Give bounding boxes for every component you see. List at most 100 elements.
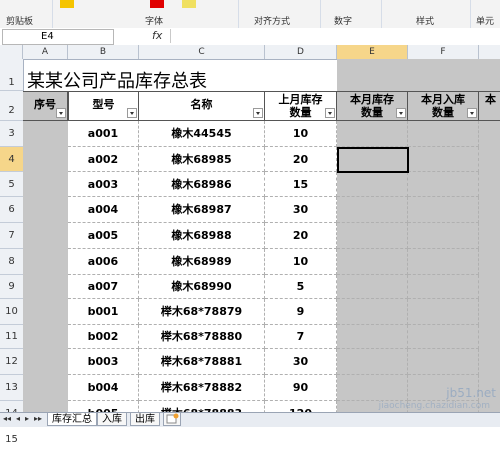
sheet-title[interactable]: 某某公司产品库存总表 <box>27 67 207 93</box>
cell-name[interactable]: 橡木68986 <box>139 172 265 197</box>
cell-model[interactable]: b003 <box>68 349 139 375</box>
font-color-icon[interactable] <box>150 0 164 8</box>
cell-last-month-qty[interactable]: 10 <box>265 249 337 275</box>
row-header[interactable]: 9 <box>0 275 23 299</box>
cell-this-in-qty[interactable] <box>408 147 479 172</box>
cell-this-in-qty[interactable] <box>408 299 479 325</box>
header-cell-partial[interactable]: 本 <box>479 91 500 121</box>
spreadsheet-grid[interactable]: 某某公司产品库存总表 序号 型号 名称 上月库存 数量 本月库存 数量 本月入库… <box>23 59 500 412</box>
cell-last-month-qty[interactable]: 20 <box>265 147 337 172</box>
cell-name[interactable]: 橡木68985 <box>139 147 265 172</box>
ribbon-group-number[interactable]: 数字 <box>334 14 352 27</box>
row-header[interactable]: 1 <box>0 59 23 91</box>
filter-dropdown-icon[interactable] <box>396 108 406 118</box>
cell-name[interactable]: 榉木68*78883 <box>139 401 265 412</box>
prev-sheet-arrow-icon[interactable]: ◂ <box>16 414 20 423</box>
row-header[interactable]: 11 <box>0 325 23 349</box>
cell-name[interactable]: 橡木68989 <box>139 249 265 275</box>
cell-last-month-qty[interactable]: 20 <box>265 223 337 249</box>
active-cell[interactable] <box>337 147 409 173</box>
column-header-b[interactable]: B <box>68 45 139 59</box>
cell-last-month-qty[interactable]: 90 <box>265 375 337 401</box>
cell-this-in-qty[interactable] <box>408 121 479 147</box>
cell-this-in-qty[interactable] <box>408 249 479 275</box>
row-header[interactable]: 4 <box>0 147 23 172</box>
cell-this-month-qty[interactable] <box>337 349 408 375</box>
row-header[interactable]: 8 <box>0 249 23 275</box>
cell-last-month-qty[interactable]: 15 <box>265 172 337 197</box>
cell-model[interactable]: a004 <box>68 197 139 223</box>
cell-last-month-qty[interactable]: 30 <box>265 197 337 223</box>
select-all-button[interactable] <box>0 45 23 59</box>
cell-this-month-qty[interactable] <box>337 299 408 325</box>
cell-model[interactable]: a001 <box>68 121 139 147</box>
cell-this-month-qty[interactable] <box>337 172 408 197</box>
header-cell-this-in[interactable]: 本月入库 数量 <box>408 91 479 121</box>
column-header-d[interactable]: D <box>265 45 337 59</box>
first-sheet-arrow-icon[interactable]: ◂◂ <box>3 414 11 423</box>
cell-model[interactable]: a005 <box>68 223 139 249</box>
filter-dropdown-icon[interactable] <box>467 108 477 118</box>
cell-model[interactable]: a002 <box>68 147 139 172</box>
cell-model[interactable]: a006 <box>68 249 139 275</box>
row-header[interactable]: 5 <box>0 172 23 197</box>
header-cell-seq[interactable]: 序号 <box>23 91 68 121</box>
filter-dropdown-icon[interactable] <box>127 108 137 118</box>
cell-this-in-qty[interactable] <box>408 223 479 249</box>
ribbon-group-alignment[interactable]: 对齐方式 <box>254 14 290 27</box>
highlight-color-icon[interactable] <box>60 0 74 8</box>
cell-this-month-qty[interactable] <box>337 375 408 401</box>
cell-last-month-qty[interactable]: 7 <box>265 325 337 349</box>
cell-name[interactable]: 橡木68987 <box>139 197 265 223</box>
name-box[interactable]: E4 <box>2 29 114 45</box>
row-header[interactable]: 15 <box>0 427 23 453</box>
header-cell-last-month[interactable]: 上月库存 数量 <box>265 91 337 121</box>
filter-dropdown-icon[interactable] <box>253 108 263 118</box>
cell-name[interactable]: 榉木68*78881 <box>139 349 265 375</box>
cell-model[interactable]: b005 <box>68 401 139 412</box>
formula-input[interactable] <box>170 29 499 43</box>
cell-last-month-qty[interactable]: 9 <box>265 299 337 325</box>
ribbon-group-styles[interactable]: 样式 <box>416 14 434 27</box>
cell-name[interactable]: 橡木68990 <box>139 275 265 299</box>
cell-name[interactable]: 榉木68*78879 <box>139 299 265 325</box>
header-cell-this-month[interactable]: 本月库存 数量 <box>337 91 408 121</box>
row-header[interactable]: 3 <box>0 121 23 147</box>
filter-dropdown-icon[interactable] <box>325 108 335 118</box>
cell-model[interactable]: b004 <box>68 375 139 401</box>
row-header[interactable]: 6 <box>0 197 23 223</box>
next-sheet-arrow-icon[interactable]: ▸ <box>25 414 29 423</box>
column-header-g[interactable] <box>479 45 500 59</box>
header-cell-model[interactable]: 型号 <box>68 91 139 121</box>
cell-name[interactable]: 榉木68*78882 <box>139 375 265 401</box>
cell-this-month-qty[interactable] <box>337 197 408 223</box>
cell-name[interactable]: 榉木68*78880 <box>139 325 265 349</box>
cell-this-month-qty[interactable] <box>337 121 408 147</box>
column-header-e[interactable]: E <box>337 45 408 59</box>
sheet-tab-inbound[interactable]: 入库 <box>97 413 127 426</box>
row-header[interactable]: 7 <box>0 223 23 249</box>
ribbon-group-clipboard[interactable]: 剪贴板 <box>6 14 33 27</box>
last-sheet-arrow-icon[interactable]: ▸▸ <box>34 414 42 423</box>
cell-this-month-qty[interactable] <box>337 223 408 249</box>
cell-this-in-qty[interactable] <box>408 325 479 349</box>
row-header[interactable]: 2 <box>0 91 23 121</box>
cell-last-month-qty[interactable]: 5 <box>265 275 337 299</box>
cell-name[interactable]: 橡木44545 <box>139 121 265 147</box>
cell-this-month-qty[interactable] <box>337 275 408 299</box>
sheet-tab-summary[interactable]: 库存汇总 <box>47 413 97 426</box>
ribbon-group-font[interactable]: 字体 <box>145 14 163 27</box>
cell-model[interactable]: a007 <box>68 275 139 299</box>
cell-this-month-qty[interactable] <box>337 249 408 275</box>
cell-last-month-qty[interactable]: 120 <box>265 401 337 412</box>
fill-color-icon[interactable] <box>182 0 196 8</box>
cell-last-month-qty[interactable]: 10 <box>265 121 337 147</box>
column-header-a[interactable]: A <box>23 45 68 59</box>
row-header[interactable]: 10 <box>0 299 23 325</box>
header-cell-name[interactable]: 名称 <box>139 91 265 121</box>
cell-name[interactable]: 橡木68988 <box>139 223 265 249</box>
filter-dropdown-icon[interactable] <box>56 108 66 118</box>
cell-this-in-qty[interactable] <box>408 172 479 197</box>
new-sheet-icon[interactable] <box>163 413 181 426</box>
sheet-tab-outbound[interactable]: 出库 <box>130 413 160 426</box>
